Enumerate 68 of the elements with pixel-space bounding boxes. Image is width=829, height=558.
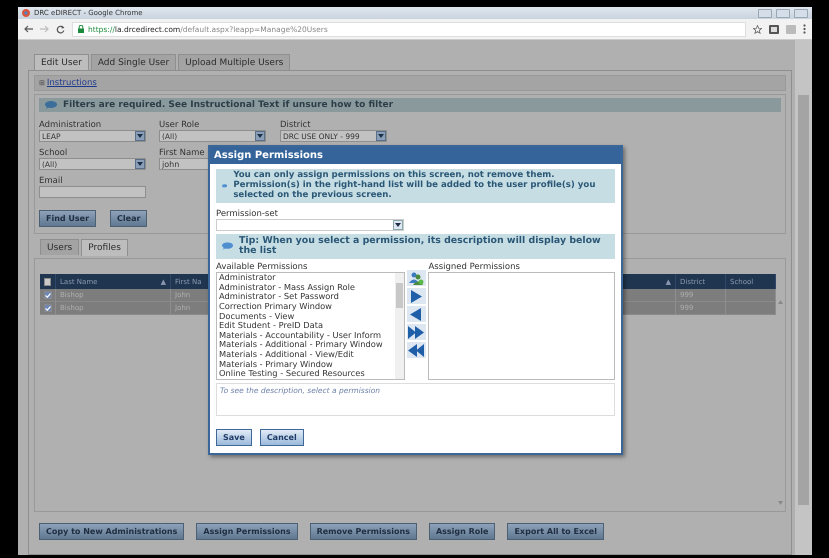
speech-bubble-icon	[222, 242, 234, 250]
save-button[interactable]: Save	[216, 429, 252, 446]
left-arrow-icon	[409, 308, 424, 321]
tip-text: Tip: When you select a permission, its description will display below the list	[239, 236, 602, 258]
tab[interactable]: Upload Multiple Users	[178, 54, 290, 70]
caret-icon	[395, 222, 401, 227]
list-item[interactable]: Administrator	[219, 273, 393, 283]
caret-icon	[137, 162, 143, 166]
scrollbar[interactable]	[795, 40, 812, 555]
lock-icon	[78, 25, 84, 33]
find-user-button[interactable]: Find User	[39, 210, 96, 228]
list-item[interactable]: Documents - View	[219, 312, 393, 322]
move-all-left-button[interactable]	[406, 342, 426, 358]
field-label: Administration	[39, 120, 102, 130]
field-label: School	[39, 148, 68, 158]
tab[interactable]: Add Single User	[90, 54, 176, 70]
notice-text: You can only assign permissions on this screen, not remove them. Permission(s) in the right-hand list will be added to the user profile(s) you selected on the previous screen.	[233, 171, 596, 201]
speech-bubble-icon	[45, 101, 57, 110]
back-icon[interactable]	[24, 25, 33, 33]
speech-bubble-icon	[222, 182, 228, 190]
action-button[interactable]: Remove Permissions	[310, 523, 417, 540]
double-left-arrow-icon	[408, 344, 424, 357]
reload-icon[interactable]	[56, 24, 65, 34]
move-left-button[interactable]	[406, 306, 426, 322]
caret-icon	[257, 134, 263, 138]
tab[interactable]: Profiles	[81, 239, 128, 256]
move-right-button[interactable]	[406, 288, 426, 304]
tab[interactable]: Users	[40, 239, 80, 256]
scrollbar[interactable]	[394, 273, 404, 380]
list-item[interactable]: Materials - Additional - Primary Window	[219, 340, 393, 350]
users-icon	[408, 272, 424, 285]
field-label: Email	[39, 176, 63, 186]
input-field[interactable]	[39, 186, 146, 198]
list-label: Available Permissions	[216, 262, 308, 272]
dialog-title: Assign Permissions	[210, 147, 621, 164]
assign-group-button[interactable]	[406, 270, 426, 286]
caret-icon	[137, 134, 143, 138]
field-label: Permission-set	[216, 208, 278, 219]
clear-button[interactable]: Clear	[110, 210, 148, 228]
tab[interactable]: Edit User	[34, 54, 89, 71]
list-item[interactable]: Materials - Additional - View/Edit	[219, 350, 393, 360]
double-right-arrow-icon	[408, 326, 424, 339]
action-button[interactable]: Copy to New Administrations	[39, 523, 184, 540]
field-label: District	[280, 120, 311, 130]
field-label: User Role	[159, 120, 200, 130]
action-button[interactable]: Export All to Excel	[507, 523, 604, 540]
browser-logo-icon	[22, 9, 30, 17]
instructions-link[interactable]: Instructions	[46, 78, 97, 88]
menu-icon[interactable]	[803, 24, 806, 34]
list-item[interactable]: Online Testing - Secured Resources	[219, 369, 393, 379]
row-checkbox[interactable]	[44, 291, 52, 300]
move-all-right-button[interactable]	[406, 324, 426, 340]
right-arrow-icon	[409, 290, 424, 303]
star-icon[interactable]	[753, 24, 762, 34]
row-checkbox[interactable]	[44, 304, 52, 312]
list-item[interactable]: Edit Student - PreID Data	[219, 321, 393, 331]
filter-notice: Filters are required. See Instructional Text if unsure how to filter	[63, 100, 394, 110]
select-field[interactable]	[216, 218, 404, 231]
cancel-button[interactable]: Cancel	[260, 429, 304, 446]
field-label: First Name	[159, 148, 205, 158]
action-button[interactable]: Assign Role	[428, 523, 496, 540]
list-label: Assigned Permissions	[428, 262, 520, 272]
caret-icon	[378, 134, 384, 138]
select-all-checkbox[interactable]	[44, 278, 51, 286]
available-list[interactable]	[216, 272, 405, 380]
action-button[interactable]: Assign Permissions	[196, 523, 298, 540]
list-item[interactable]: Materials - Primary Window	[219, 360, 393, 370]
list-item[interactable]: Materials - Accountability - User Inform	[219, 330, 393, 340]
